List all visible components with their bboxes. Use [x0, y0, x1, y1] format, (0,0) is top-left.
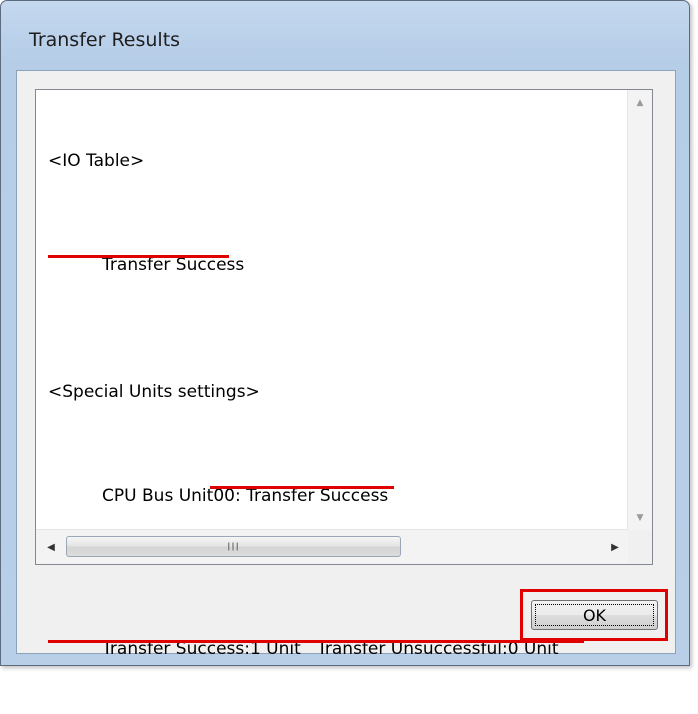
vertical-scrollbar[interactable]: ▲ ▼: [627, 90, 652, 531]
dialog-title: Transfer Results: [29, 29, 181, 51]
transfer-results-dialog: Transfer Results <IO Table> Transfer Suc…: [0, 0, 690, 666]
io-table-status-line: Transfer Success: [48, 226, 622, 275]
ok-button-label: OK: [582, 605, 607, 625]
results-text-area[interactable]: <IO Table> Transfer Success <Special Uni…: [35, 89, 653, 659]
horizontal-scroll-thumb[interactable]: III: [66, 536, 401, 557]
scroll-up-icon[interactable]: ▲: [628, 92, 652, 114]
ok-button-highlight: OK: [520, 589, 668, 641]
results-text-content: <IO Table> Transfer Success <Special Uni…: [48, 96, 622, 659]
io-table-status-underline: [48, 255, 229, 258]
dialog-client-area: <IO Table> Transfer Success <Special Uni…: [16, 70, 676, 659]
scroll-down-icon[interactable]: ▼: [628, 507, 652, 529]
cpu-bus-line: CPU Bus Unit00: Transfer Success: [48, 457, 622, 506]
scrollbar-corner: [628, 530, 652, 564]
cpu-bus-status-underline: [210, 486, 394, 489]
special-units-header: <Special Units settings>: [48, 382, 260, 402]
ok-button[interactable]: OK: [531, 600, 658, 630]
scroll-left-icon[interactable]: ◀: [38, 530, 64, 564]
summary-underline: [48, 640, 584, 643]
scroll-right-icon[interactable]: ▶: [602, 530, 628, 564]
cpu-bus-label: CPU Bus Unit00:: [102, 486, 247, 506]
scroll-grip-icon: III: [227, 540, 240, 553]
horizontal-scrollbar[interactable]: ◀ III ▶: [36, 529, 628, 564]
io-table-header: <IO Table>: [48, 151, 145, 171]
